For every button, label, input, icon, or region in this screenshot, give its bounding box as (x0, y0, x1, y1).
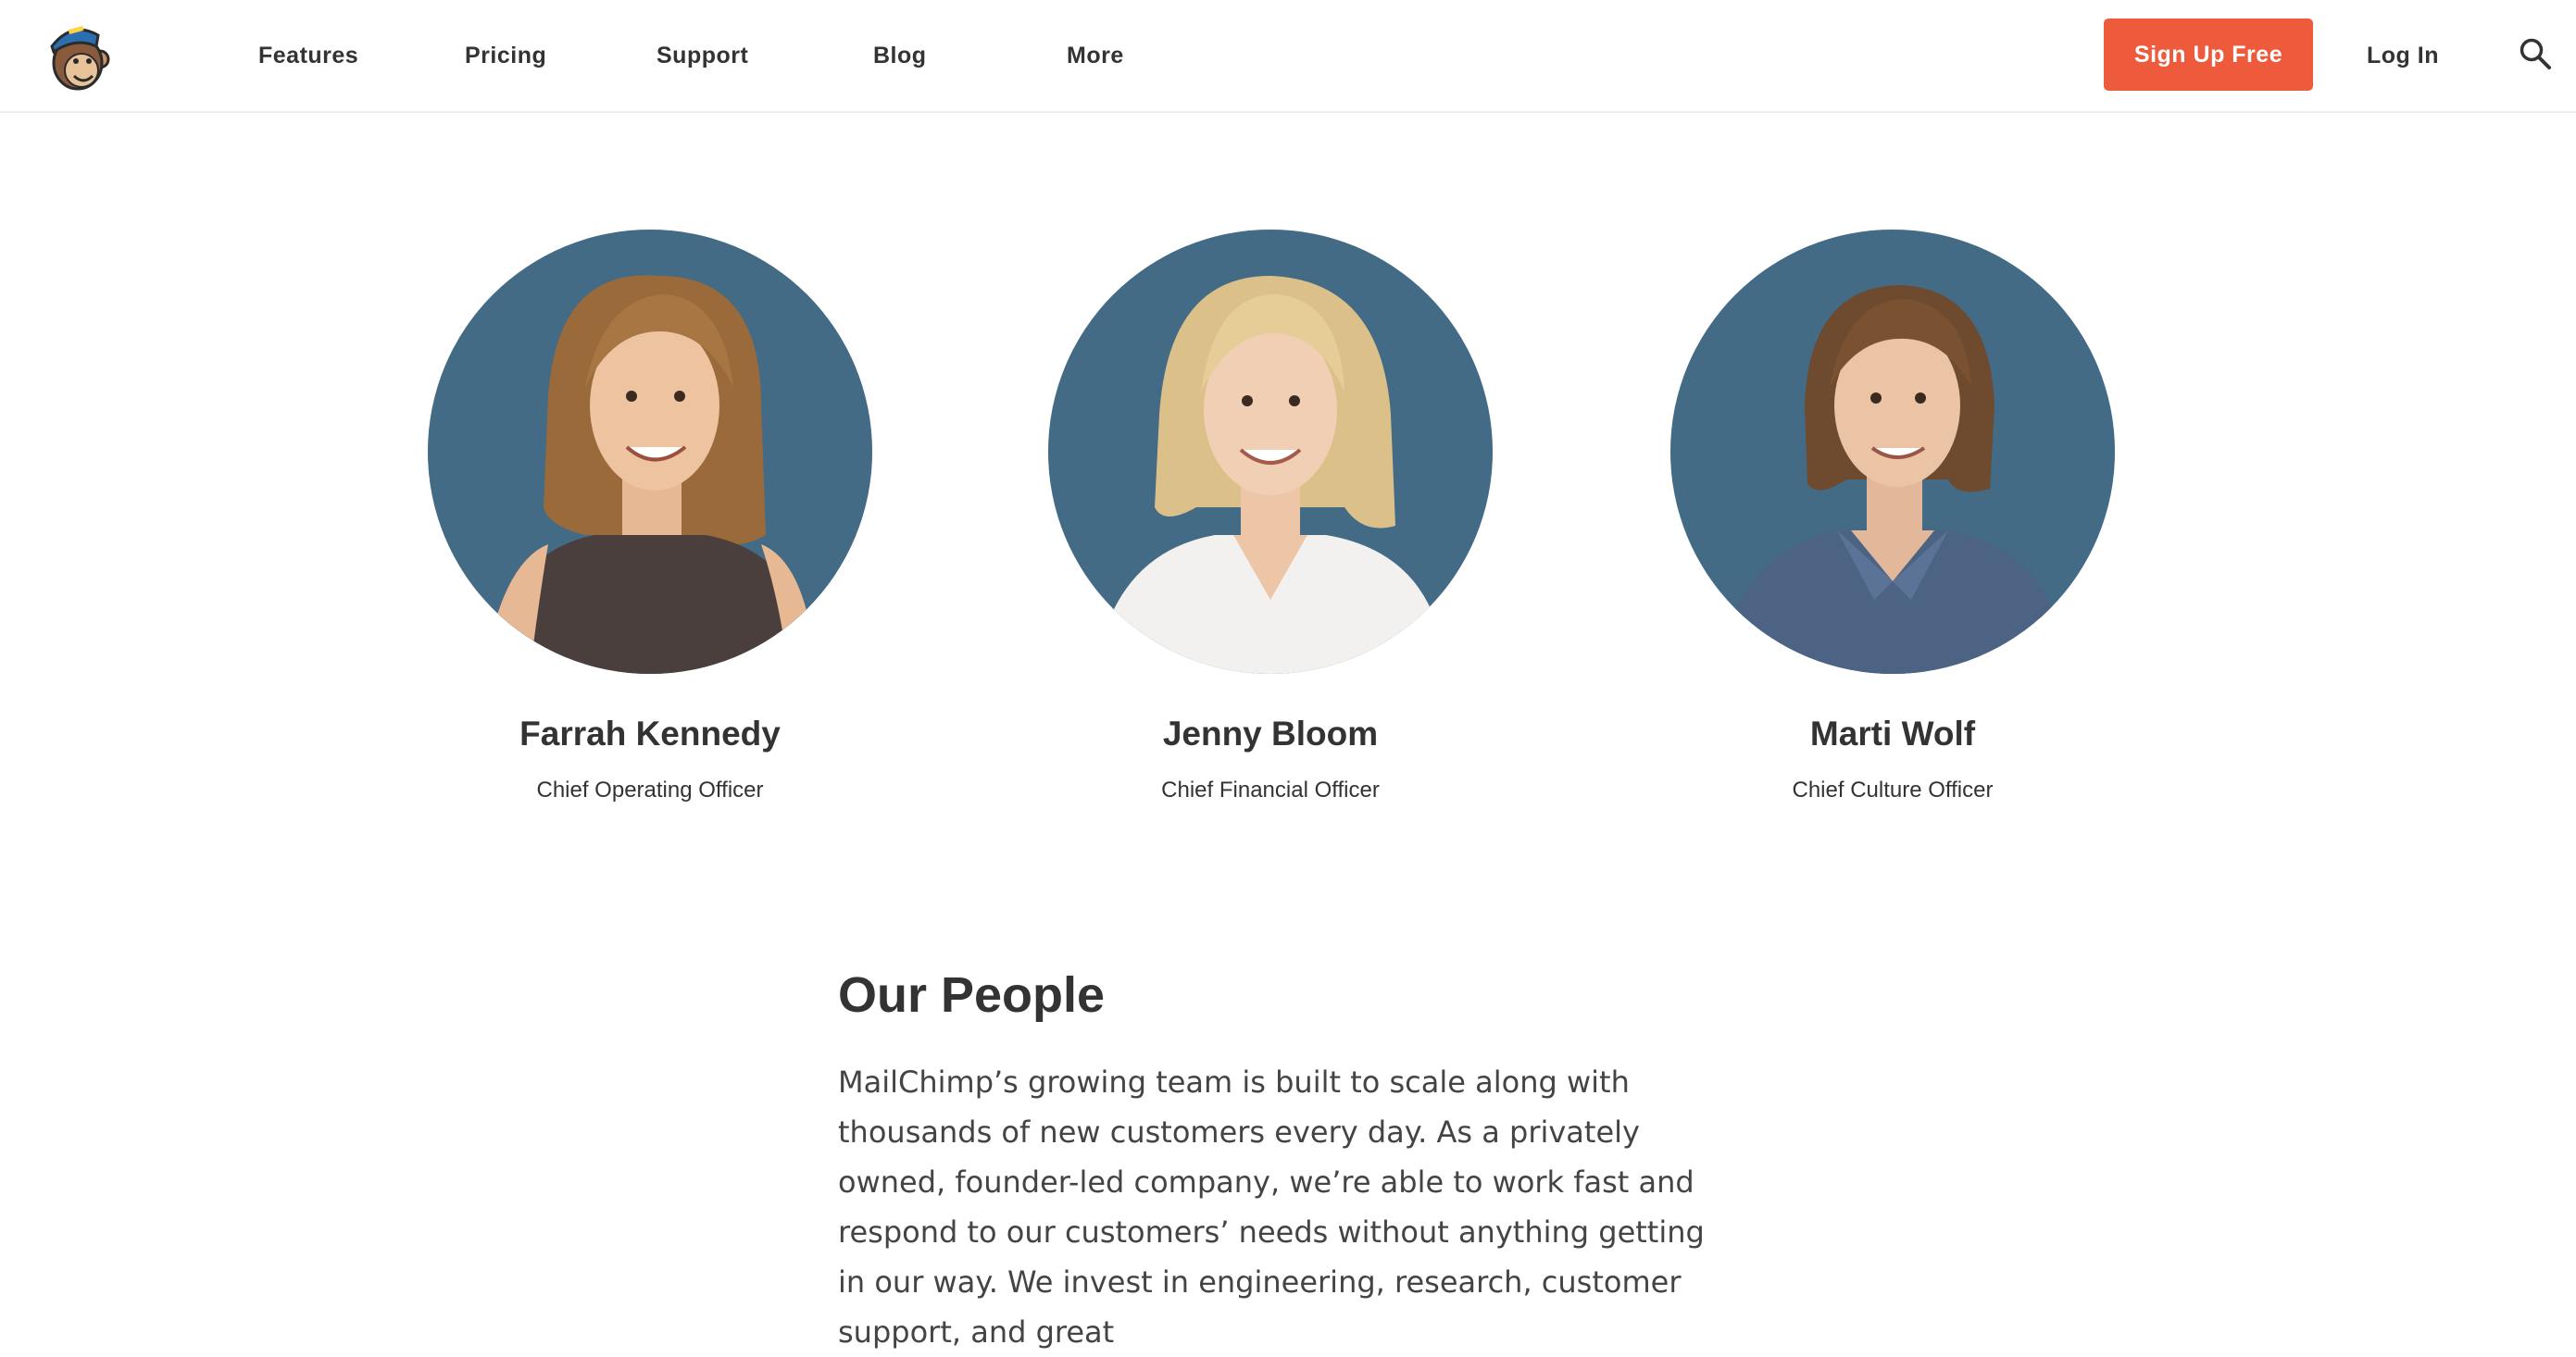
leader-title: Chief Culture Officer (1792, 778, 1994, 803)
leader-card: Jenny Bloom Chief Financial Officer (1048, 230, 1493, 805)
nav-blog[interactable]: Blog (873, 37, 927, 74)
mailchimp-logo-icon[interactable] (44, 19, 111, 93)
search-icon[interactable] (2519, 37, 2552, 70)
leader-name: Farrah Kennedy (519, 715, 781, 753)
leader-name: Marti Wolf (1809, 715, 1976, 753)
portrait-photo (1048, 230, 1493, 674)
section-heading: Our People (838, 967, 1106, 1023)
nav-support[interactable]: Support (657, 37, 748, 74)
log-in-link[interactable]: Log In (2367, 37, 2439, 74)
nav-pricing[interactable]: Pricing (465, 37, 546, 74)
leader-name: Jenny Bloom (1162, 715, 1379, 753)
sign-up-button[interactable]: Sign Up Free (2104, 19, 2313, 91)
portrait-photo (428, 230, 872, 674)
leader-card: Marti Wolf Chief Culture Officer (1670, 230, 2115, 805)
leader-card: Farrah Kennedy Chief Operating Officer (428, 230, 872, 805)
nav-features[interactable]: Features (258, 37, 358, 74)
site-header: Features Pricing Support Blog More Sign … (0, 0, 2576, 113)
portrait-photo (1670, 230, 2115, 674)
leader-title: Chief Financial Officer (1161, 778, 1380, 803)
section-body-text: MailChimp’s growing team is built to sca… (838, 1064, 1705, 1350)
nav-more[interactable]: More (1067, 37, 1124, 74)
leader-title: Chief Operating Officer (536, 778, 764, 803)
